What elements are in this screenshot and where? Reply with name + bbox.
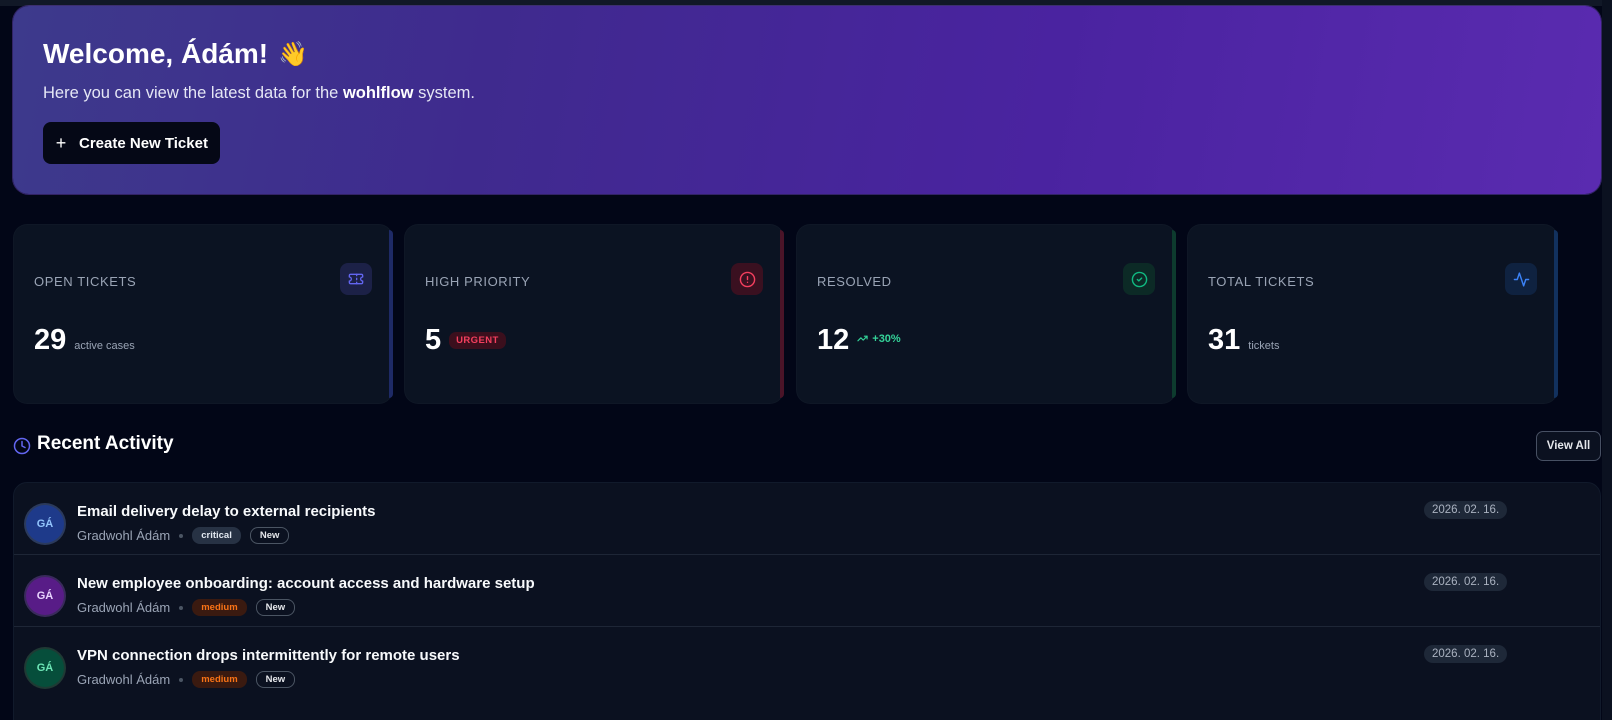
ticket-title[interactable]: Email delivery delay to external recipie… <box>77 503 375 520</box>
create-button-label: Create New Ticket <box>79 134 208 152</box>
recent-activity-title: Recent Activity <box>37 433 174 454</box>
stat-card-resolved[interactable]: RESOLVED 12 +30% <box>796 224 1176 404</box>
dashboard-page: Welcome, Ádám! 👋 Here you can view the l… <box>0 0 1612 720</box>
urgent-badge: URGENT <box>449 332 506 349</box>
trend-value: +30% <box>872 332 901 345</box>
priority-badge: medium <box>192 671 247 688</box>
separator-dot <box>179 605 184 610</box>
system-name: wohlflow <box>342 84 414 102</box>
ticket-meta: Gradwohl Ádám medium New <box>77 671 296 688</box>
stat-value: 29 <box>34 324 67 356</box>
status-badge: New <box>255 599 296 616</box>
ticket-date: 2026. 02. 16. <box>1424 501 1508 519</box>
welcome-banner: Welcome, Ádám! 👋 Here you can view the l… <box>13 6 1601 194</box>
recent-activity-list: GÁ Email delivery delay to external reci… <box>13 482 1601 720</box>
ticket-author: Gradwohl Ádám <box>77 600 171 615</box>
welcome-title: Welcome, Ádám! <box>43 38 269 69</box>
view-all-button[interactable]: View All <box>1536 431 1601 461</box>
clock-icon <box>13 437 31 455</box>
stat-value-row: 31 tickets <box>1208 324 1279 357</box>
activity-icon <box>1505 263 1537 295</box>
priority-badge: medium <box>192 599 247 616</box>
card-accent <box>1554 230 1558 398</box>
activity-row[interactable]: GÁ Email delivery delay to external reci… <box>14 483 1600 555</box>
check-circle-icon <box>1123 263 1155 295</box>
stat-label: TOTAL TICKETS <box>1208 274 1315 289</box>
card-accent <box>780 230 784 398</box>
avatar: GÁ <box>26 577 64 615</box>
separator-dot <box>179 677 184 682</box>
card-accent <box>389 230 393 398</box>
scrollbar-track[interactable] <box>1602 0 1612 720</box>
ticket-author: Gradwohl Ádám <box>77 672 171 687</box>
stat-note: tickets <box>1248 340 1280 352</box>
activity-row[interactable]: GÁ New employee onboarding: account acce… <box>14 555 1600 627</box>
ticket-meta: Gradwohl Ádám critical New <box>77 527 290 544</box>
ticket-author: Gradwohl Ádám <box>77 528 171 543</box>
ticket-title[interactable]: VPN connection drops intermittently for … <box>77 647 460 664</box>
activity-row[interactable]: GÁ VPN connection drops intermittently f… <box>14 627 1600 699</box>
stat-note: active cases <box>74 340 135 352</box>
alert-circle-icon <box>731 263 763 295</box>
wave-emoji-icon: 👋 <box>278 40 308 68</box>
stat-label: RESOLVED <box>817 274 892 289</box>
welcome-subtitle: Here you can view the latest data for th… <box>43 84 1571 103</box>
stat-value: 31 <box>1208 324 1241 356</box>
priority-badge: critical <box>192 527 241 544</box>
status-badge: New <box>249 527 290 544</box>
subtitle-suffix: system. <box>418 84 475 102</box>
stat-value-row: 5 URGENT <box>425 324 506 357</box>
avatar: GÁ <box>26 649 64 687</box>
create-new-ticket-button[interactable]: + Create New Ticket <box>43 122 220 164</box>
trend-indicator: +30% <box>857 332 901 345</box>
subtitle-prefix: Here you can view the latest data for th… <box>43 84 339 102</box>
stats-cards: OPEN TICKETS 29 active cases HIGH PRIORI… <box>13 224 1601 404</box>
plus-icon: + <box>55 132 67 153</box>
stat-label: OPEN TICKETS <box>34 274 137 289</box>
stat-value: 5 <box>425 324 442 356</box>
stat-value: 12 <box>817 324 850 356</box>
stat-value-row: 12 +30% <box>817 324 901 357</box>
ticket-title[interactable]: New employee onboarding: account access … <box>77 575 535 592</box>
ticket-date: 2026. 02. 16. <box>1424 645 1508 663</box>
stat-value-row: 29 active cases <box>34 324 135 357</box>
separator-dot <box>179 533 184 538</box>
stat-card-open-tickets[interactable]: OPEN TICKETS 29 active cases <box>13 224 393 404</box>
ticket-icon <box>340 263 372 295</box>
avatar: GÁ <box>26 505 64 543</box>
stat-label: HIGH PRIORITY <box>425 274 531 289</box>
stat-card-high-priority[interactable]: HIGH PRIORITY 5 URGENT <box>404 224 784 404</box>
stat-card-total-tickets[interactable]: TOTAL TICKETS 31 tickets <box>1187 224 1558 404</box>
status-badge: New <box>255 671 296 688</box>
card-accent <box>1172 230 1176 398</box>
ticket-date: 2026. 02. 16. <box>1424 573 1508 591</box>
ticket-meta: Gradwohl Ádám medium New <box>77 599 296 616</box>
welcome-heading: Welcome, Ádám! 👋 <box>43 36 1571 72</box>
trending-up-icon <box>857 335 868 342</box>
